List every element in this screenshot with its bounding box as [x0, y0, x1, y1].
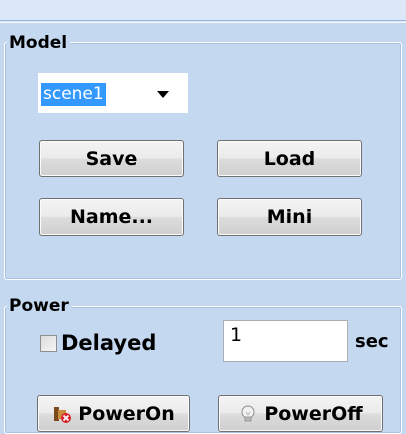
delay-input[interactable]: 1 [223, 320, 348, 362]
scene-dropdown-value: scene1 [41, 83, 106, 106]
mini-button[interactable]: Mini [217, 198, 362, 236]
scene-dropdown[interactable]: scene1 [38, 73, 188, 113]
power-on-icon [52, 404, 72, 424]
top-divider [0, 20, 406, 21]
power-group-title: Power [7, 296, 72, 316]
control-panel: Model scene1 Save Load Name... Mini Powe… [0, 0, 406, 434]
power-off-button[interactable]: PowerOff [218, 395, 383, 432]
delay-unit-label: sec [355, 331, 389, 352]
name-button[interactable]: Name... [39, 198, 184, 236]
power-on-label: PowerOn [78, 402, 175, 425]
model-group-title: Model [7, 33, 71, 53]
delayed-label: Delayed [61, 331, 157, 355]
save-button[interactable]: Save [39, 140, 184, 177]
power-off-label: PowerOff [264, 402, 363, 425]
delayed-checkbox[interactable] [40, 335, 57, 352]
load-button[interactable]: Load [217, 140, 362, 177]
bulb-off-icon [238, 404, 258, 424]
delay-input-value: 1 [230, 324, 243, 346]
power-on-button[interactable]: PowerOn [37, 395, 190, 432]
chevron-down-icon[interactable] [157, 91, 169, 98]
